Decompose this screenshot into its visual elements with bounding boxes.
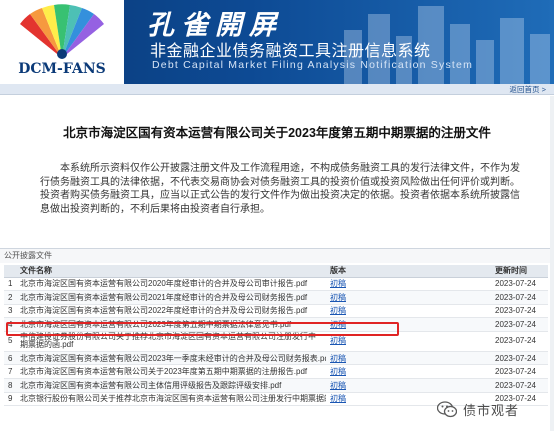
row-index: 7 [4,364,16,380]
row-index: 2 [4,290,16,305]
table-row: 3 北京市海淀区国有资本运营有限公司2022年度经审计的合并及母公司财务报告.p… [4,304,548,319]
file-name-link[interactable]: 北京市海淀区国有资本运营有限公司2022年度经审计的合并及母公司财务报告.pdf [20,306,307,315]
version-link[interactable]: 初稿 [330,367,346,376]
wechat-icon [437,401,457,418]
system-title: 非金融企业债务融资工具注册信息系统 [150,43,431,60]
version-link[interactable]: 初稿 [330,306,346,315]
table-row: 7 北京市海淀区国有资本运营有限公司关于2023年度第五期中期票据的注册报告.p… [4,364,548,380]
nav-strip: 返回首页 > [0,84,554,95]
watermark-text: 债市观者 [463,403,520,418]
page-title: 北京市海淀区国有资本运营有限公司关于2023年度第五期中期票据的注册文件 [63,126,491,140]
row-index: 6 [4,351,16,366]
update-date: 2023-07-24 [491,290,548,305]
table-row: 1 北京市海淀区国有资本运营有限公司2020年度经审计的合并及母公司审计报告.p… [4,277,548,292]
version-link[interactable]: 初稿 [330,354,346,363]
version-link[interactable]: 初稿 [330,394,346,403]
version-link[interactable]: 初稿 [330,279,346,288]
header-banner: DCM-FANS 孔雀開屏 非金融企业债务融资工具注册信息系统 Debt Cap… [0,0,554,84]
table-row: 8 北京市海淀区国有资本运营有限公司主体信用评级报告及跟踪评级安排.pdf 初稿… [4,378,548,393]
file-name-link[interactable]: 北京市海淀区国有资本运营有限公司关于2023年度第五期中期票据的注册报告.pdf [20,367,307,376]
row-index: 8 [4,378,16,393]
row-index: 9 [4,392,16,407]
row-index: 3 [4,304,16,319]
watermark: 债市观者 [437,398,551,422]
file-name-link[interactable]: 北京市海淀区国有资本运营有限公司2020年度经审计的合并及母公司审计报告.pdf [20,279,307,288]
table-row: 2 北京市海淀区国有资本运营有限公司2021年度经审计的合并及母公司财务报告.p… [4,290,548,305]
col-header-version: 版本 [326,265,491,278]
table-row: 6 北京市海淀区国有资本运营有限公司2023年一季度未经审计的合并及母公司财务报… [4,351,548,366]
file-name-link[interactable]: 北京市海淀区国有资本运营有限公司2021年度经审计的合并及母公司财务报告.pdf [20,293,307,302]
col-header-name: 文件名称 [16,265,326,278]
file-name-link[interactable]: 北京市海淀区国有资本运营有限公司主体信用评级报告及跟踪评级安排.pdf [20,381,281,390]
row-index: 1 [4,277,16,292]
update-date: 2023-07-24 [491,304,548,319]
update-date: 2023-07-24 [491,378,548,393]
file-name-link[interactable]: 北京市海淀区国有资本运营有限公司2023年一季度未经审计的合并及母公司财务报表.… [20,354,326,363]
scrollbar[interactable] [550,96,554,431]
version-link[interactable]: 初稿 [330,381,346,390]
table-header-row: 文件名称 版本 更新时间 [4,265,548,278]
section-title: 公开披露文件 [0,249,554,263]
version-link[interactable]: 初稿 [330,293,346,302]
peacock-fan-icon [20,4,104,59]
system-title-en: Debt Capital Market Filing Analysis Noti… [152,59,474,71]
update-date: 2023-07-24 [491,277,548,292]
logo-text: DCM-FANS [18,61,106,77]
highlight-box [6,322,399,336]
col-header-idx [4,265,16,278]
update-date: 2023-07-24 [491,364,548,380]
col-header-date: 更新时间 [491,265,548,278]
file-name-link[interactable]: 北京银行股份有限公司关于推荐北京市海淀区国有资本运营有限公司注册发行中期票据的函… [20,394,326,403]
disclaimer-text: 本系统所示资料仅作公开披露注册文件及工作流程用途，不构成债务融资工具的发行法律文… [40,163,520,215]
update-date: 2023-07-24 [491,317,548,332]
version-link[interactable]: 初稿 [330,336,346,345]
update-date: 2023-07-24 [491,351,548,366]
update-date: 2023-07-24 [491,331,548,352]
logo[interactable]: DCM-FANS [0,0,124,84]
back-home-link[interactable]: 返回首页 > [510,84,546,95]
